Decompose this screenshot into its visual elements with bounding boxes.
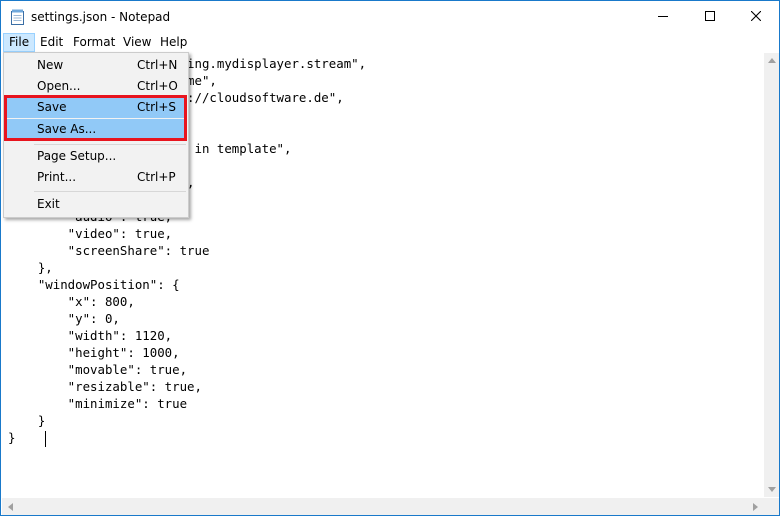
maximize-button[interactable] [687, 1, 733, 32]
menu-item-label: Print... [37, 170, 77, 184]
annotation-highlight-box [4, 95, 187, 141]
scroll-left-icon[interactable] [2, 498, 19, 515]
maximize-icon [705, 10, 715, 24]
menu-help[interactable]: Help [154, 33, 193, 52]
menu-item-shortcut: Ctrl+O [137, 79, 178, 93]
editor-line: "movable": true, [8, 362, 188, 377]
menu-bar: File Edit Format View Help [1, 32, 779, 52]
menu-view[interactable]: View [117, 33, 157, 52]
scroll-right-icon[interactable] [747, 498, 764, 515]
editor-line: "minimize": true [8, 396, 188, 411]
editor-line: } [8, 413, 46, 428]
editor-line: "video": true, [8, 226, 173, 241]
editor-line: "width": 1120, [8, 328, 173, 343]
vertical-scrollbar[interactable] [764, 53, 779, 497]
close-icon [750, 10, 762, 24]
menu-separator [34, 191, 186, 192]
menu-item-label: Exit [37, 197, 60, 211]
minimize-button[interactable] [640, 1, 686, 32]
editor-line: "y": 0, [8, 311, 120, 326]
editor-line: "windowPosition": { [8, 277, 180, 292]
menu-item-label: New [37, 58, 64, 72]
editor-line: "screenShare": true [8, 243, 210, 258]
menu-separator [34, 144, 186, 145]
title-bar[interactable]: settings.json - Notepad [1, 1, 779, 32]
menu-edit[interactable]: Edit [34, 33, 69, 52]
menu-item-label: Page Setup... [37, 149, 117, 163]
menu-item-new[interactable]: New Ctrl+N [6, 55, 186, 76]
text-caret [45, 431, 46, 447]
editor-line: "x": 800, [8, 294, 135, 309]
scroll-up-icon[interactable] [764, 53, 779, 68]
editor-line: "height": 1000, [8, 345, 180, 360]
menu-item-page-setup[interactable]: Page Setup... [6, 146, 186, 167]
editor-line: } [8, 430, 16, 445]
menu-file[interactable]: File [3, 33, 36, 52]
editor-line: "resizable": true, [8, 379, 202, 394]
menu-item-open[interactable]: Open... Ctrl+O [6, 76, 186, 97]
editor-line: }, [8, 260, 53, 275]
minimize-icon [658, 10, 668, 24]
menu-format[interactable]: Format [67, 33, 121, 52]
menu-item-shortcut: Ctrl+P [137, 170, 176, 184]
notepad-window: settings.json - Notepad File Edit Format… [0, 0, 780, 516]
menu-item-exit[interactable]: Exit [6, 194, 186, 215]
menu-item-shortcut: Ctrl+N [137, 58, 178, 72]
size-grip[interactable] [764, 498, 779, 515]
window-title: settings.json - Notepad [31, 10, 171, 24]
scroll-down-icon[interactable] [764, 482, 779, 497]
horizontal-scrollbar[interactable] [2, 498, 764, 515]
notepad-icon [10, 9, 25, 25]
menu-item-label: Open... [37, 79, 81, 93]
menu-item-print[interactable]: Print... Ctrl+P [6, 167, 186, 188]
close-button[interactable] [733, 1, 779, 32]
